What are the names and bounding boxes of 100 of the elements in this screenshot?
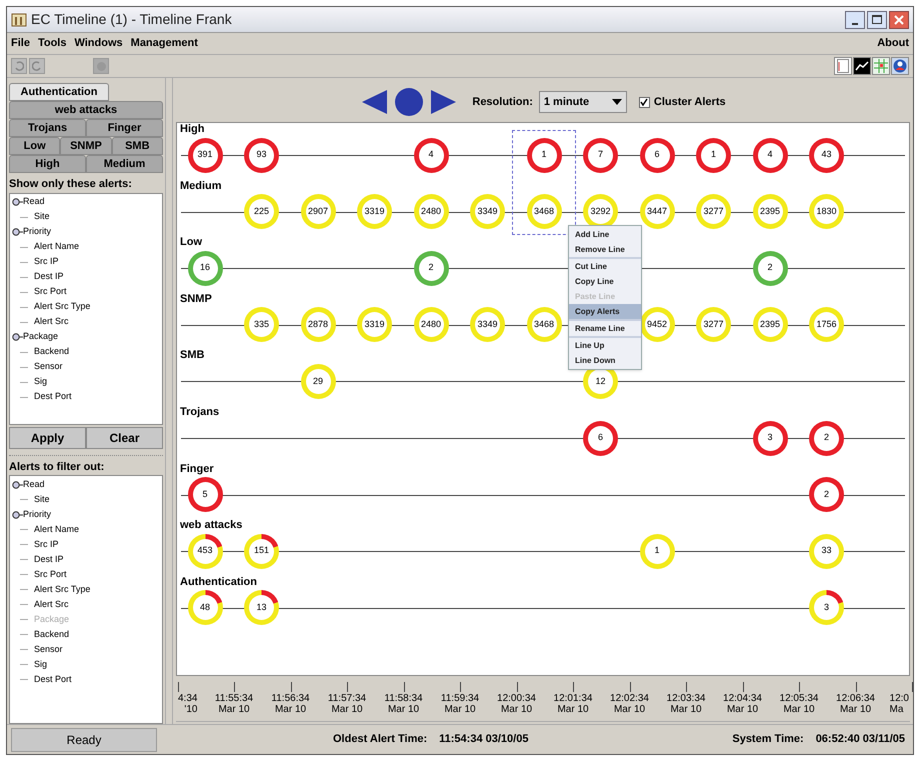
tree-node[interactable]: Package bbox=[23, 330, 58, 344]
alert-cluster[interactable]: 9452 bbox=[640, 307, 674, 342]
alert-cluster[interactable]: 3349 bbox=[470, 194, 505, 230]
tree-node[interactable]: Read bbox=[23, 478, 45, 492]
view-button[interactable] bbox=[853, 57, 871, 75]
alert-cluster[interactable]: 48 bbox=[188, 590, 222, 626]
alert-cluster[interactable]: 1756 bbox=[809, 307, 844, 342]
alert-cluster[interactable]: 7 bbox=[583, 138, 618, 172]
tree-handle-icon[interactable] bbox=[12, 333, 23, 341]
tree-node[interactable]: Read bbox=[23, 195, 45, 209]
alert-cluster[interactable]: 1830 bbox=[809, 194, 844, 230]
tree-node[interactable]: Src Port bbox=[34, 285, 67, 299]
tree-node[interactable]: Priority bbox=[23, 508, 52, 522]
alert-cluster[interactable]: 2 bbox=[809, 420, 844, 456]
filter-button[interactable]: Apply bbox=[9, 426, 86, 448]
alert-cluster[interactable]: 3277 bbox=[696, 194, 731, 230]
tree-node[interactable]: Alert Src bbox=[34, 598, 69, 612]
menu-item[interactable]: File bbox=[11, 35, 30, 52]
alert-cluster[interactable]: 1 bbox=[696, 138, 731, 172]
tree-node[interactable]: Dest Port bbox=[34, 390, 72, 404]
alert-cluster[interactable]: 1 bbox=[640, 534, 674, 569]
alert-cluster[interactable]: 2 bbox=[752, 250, 788, 286]
alert-cluster[interactable]: 335 bbox=[244, 307, 279, 342]
alert-cluster[interactable]: 2480 bbox=[414, 307, 448, 342]
tree-node[interactable]: Sensor bbox=[34, 642, 63, 656]
alert-cluster[interactable]: 29 bbox=[300, 364, 336, 399]
checkbox[interactable] bbox=[638, 96, 650, 108]
menu-item[interactable]: Windows bbox=[74, 35, 123, 52]
tree-handle-icon[interactable] bbox=[12, 198, 23, 206]
alert-cluster[interactable]: 2878 bbox=[300, 307, 336, 342]
alert-cluster[interactable]: 453 bbox=[188, 534, 222, 569]
tree-node[interactable]: Backend bbox=[34, 628, 70, 642]
tree-node[interactable]: Src IP bbox=[34, 538, 59, 552]
filter-button[interactable]: Clear bbox=[86, 426, 163, 448]
tree-node[interactable]: Dest IP bbox=[34, 270, 64, 284]
close-button[interactable] bbox=[889, 10, 909, 28]
alert-cluster[interactable]: 225 bbox=[244, 194, 279, 230]
tree-node[interactable]: Alert Src bbox=[34, 315, 69, 329]
alert-cluster[interactable]: 3 bbox=[809, 590, 844, 626]
menu-option[interactable]: Copy Alerts bbox=[569, 304, 641, 319]
alert-cluster[interactable]: 6 bbox=[640, 138, 674, 172]
alert-cluster[interactable]: 2 bbox=[809, 477, 844, 512]
next-button[interactable] bbox=[430, 88, 458, 116]
current-button[interactable] bbox=[394, 87, 424, 117]
tree-handle-icon[interactable] bbox=[12, 228, 23, 236]
alert-cluster[interactable]: 4 bbox=[414, 138, 448, 172]
alert-cluster[interactable]: 3319 bbox=[357, 307, 392, 342]
tree-node[interactable]: Alert Src Type bbox=[34, 582, 90, 596]
tab[interactable]: Low bbox=[9, 137, 60, 155]
tab[interactable]: SNMP bbox=[60, 137, 112, 155]
tab[interactable]: Finger bbox=[86, 119, 163, 137]
alert-cluster[interactable]: 3468 bbox=[526, 194, 562, 230]
alert-cluster[interactable]: 391 bbox=[188, 138, 222, 172]
minimize-button[interactable] bbox=[845, 10, 865, 28]
alert-cluster[interactable]: 3447 bbox=[640, 194, 674, 230]
alert-cluster[interactable]: 33 bbox=[809, 534, 844, 569]
alert-cluster[interactable]: 151 bbox=[244, 534, 279, 569]
alert-cluster[interactable]: 4 bbox=[752, 138, 788, 172]
alert-cluster[interactable]: 2 bbox=[414, 250, 448, 286]
tree-node[interactable]: Alert Name bbox=[34, 240, 80, 254]
about-menu-item[interactable]: About bbox=[877, 35, 909, 52]
menu-option[interactable]: Remove Line bbox=[569, 242, 641, 257]
tree-node[interactable]: Sensor bbox=[34, 360, 63, 374]
previous-button[interactable] bbox=[360, 88, 388, 116]
tab[interactable]: Trojans bbox=[9, 119, 86, 137]
tab[interactable]: SMB bbox=[112, 137, 163, 155]
tab[interactable]: web attacks bbox=[9, 101, 163, 119]
tree-node[interactable]: Priority bbox=[23, 225, 52, 239]
alert-cluster[interactable]: 3349 bbox=[470, 307, 505, 342]
alert-cluster[interactable]: 13 bbox=[244, 590, 279, 626]
tree-handle-icon[interactable] bbox=[12, 480, 23, 488]
alert-cluster[interactable]: 2395 bbox=[752, 307, 788, 342]
menu-option[interactable]: Line Up bbox=[569, 338, 641, 353]
tree-node[interactable]: Alert Src Type bbox=[34, 300, 90, 314]
tree-node[interactable]: Alert Name bbox=[34, 522, 80, 536]
alert-cluster[interactable]: 5 bbox=[188, 477, 222, 512]
maximize-button[interactable] bbox=[867, 10, 887, 28]
tree-node[interactable]: Site bbox=[34, 492, 50, 506]
menu-option[interactable]: Copy Line bbox=[569, 274, 641, 289]
menu-item[interactable]: Tools bbox=[38, 35, 66, 52]
alert-cluster[interactable]: 2907 bbox=[300, 194, 336, 230]
menu-option[interactable]: Add Line bbox=[569, 227, 641, 242]
tree-node[interactable]: Site bbox=[34, 210, 50, 224]
menu-option[interactable]: Rename Line bbox=[569, 321, 641, 336]
tab[interactable]: Authentication bbox=[9, 83, 109, 101]
alert-cluster[interactable]: 3319 bbox=[357, 194, 392, 230]
tree-handle-icon[interactable] bbox=[12, 510, 23, 518]
alert-cluster[interactable]: 43 bbox=[809, 138, 844, 172]
tree-node[interactable]: Sig bbox=[34, 375, 48, 389]
alert-cluster[interactable]: 6 bbox=[583, 420, 618, 456]
tab[interactable]: Medium bbox=[86, 155, 163, 173]
alert-cluster[interactable]: 2395 bbox=[752, 194, 788, 230]
tree-node[interactable]: Dest IP bbox=[34, 552, 64, 566]
alert-cluster[interactable]: 1 bbox=[526, 138, 562, 172]
alert-cluster[interactable]: 3277 bbox=[696, 307, 731, 342]
resolution-dropdown[interactable]: 1 minute bbox=[538, 91, 627, 113]
alert-cluster[interactable]: 2480 bbox=[414, 194, 448, 230]
tree-node[interactable]: Dest Port bbox=[34, 672, 72, 686]
tree-node[interactable]: Src Port bbox=[34, 568, 67, 582]
alert-cluster[interactable]: 3468 bbox=[526, 307, 562, 342]
